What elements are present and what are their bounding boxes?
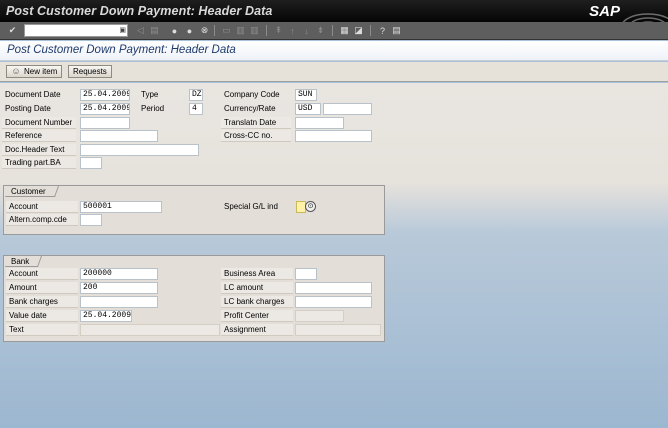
requests-label: Requests — [73, 67, 107, 76]
lc-amount-field[interactable] — [295, 282, 372, 294]
amount-label: Amount — [6, 282, 78, 294]
save-icon[interactable]: ▤ — [148, 24, 161, 37]
text-label: Text — [6, 324, 78, 336]
back-arrow-icon[interactable]: ◁ — [134, 24, 147, 37]
altern-comp-cde-field[interactable] — [80, 214, 102, 226]
screen-title-bar: Post Customer Down Payment: Header Data — [0, 41, 668, 61]
document-date-field[interactable]: 25.04.2009 — [80, 89, 130, 101]
lc-amount-label: LC amount — [221, 282, 293, 294]
period-field[interactable]: 4 — [189, 103, 203, 115]
trading-part-ba-label: Trading part.BA — [2, 157, 76, 169]
reference-label: Reference — [2, 130, 76, 142]
altern-comp-cde-label: Altern.comp.cde — [6, 214, 78, 226]
bank-group-title: Bank — [5, 256, 43, 267]
type-label: Type — [141, 90, 159, 99]
business-area-label: Business Area — [221, 268, 293, 280]
next-page-icon[interactable]: ↓ — [300, 24, 313, 37]
currency-field[interactable]: USD — [295, 103, 321, 115]
value-date-field[interactable]: 25.04.2009 — [80, 310, 132, 322]
posting-date-field[interactable]: 25.04.2009 — [80, 103, 130, 115]
period-label: Period — [141, 104, 165, 113]
new-item-label: New item — [24, 67, 58, 76]
special-gl-ind-label: Special G/L ind — [224, 202, 278, 211]
reference-field[interactable] — [80, 130, 158, 142]
system-toolbar: ✔ ▣ ◁ ▤ ● ● ⊗ ▭ ▥ ▥ ⇞ ↑ ↓ ⇟ ▦ ◪ ? ▤ — [0, 22, 668, 40]
value-date-label: Value date — [6, 310, 78, 322]
find-next-icon[interactable]: ▥ — [248, 24, 261, 37]
layout-menu-icon[interactable]: ▤ — [390, 24, 403, 37]
screen-title: Post Customer Down Payment: Header Data — [7, 44, 236, 56]
profit-center-label: Profit Center — [221, 310, 293, 322]
exit-icon[interactable]: ● — [183, 24, 196, 37]
customer-group-title-text: Customer — [11, 187, 46, 196]
enter-icon[interactable]: ✔ — [6, 24, 19, 37]
translatn-date-label: Translatn Date — [221, 117, 291, 129]
lc-bank-charges-label: LC bank charges — [221, 296, 293, 308]
business-area-field[interactable] — [295, 268, 317, 280]
exchange-rate-field[interactable] — [323, 103, 372, 115]
bank-account-field[interactable]: 200000 — [80, 268, 158, 280]
print-icon[interactable]: ▭ — [220, 24, 233, 37]
bank-charges-label: Bank charges — [6, 296, 78, 308]
assignment-field[interactable] — [295, 324, 381, 336]
create-shortcut-icon[interactable]: ◪ — [352, 24, 365, 37]
last-page-icon[interactable]: ⇟ — [314, 24, 327, 37]
doc-header-text-label: Doc.Header Text — [2, 144, 76, 156]
company-code-field[interactable]: SUN — [295, 89, 317, 101]
type-field[interactable]: DZ — [189, 89, 203, 101]
customer-group: Customer Account 500001 Special G/L ind … — [3, 185, 385, 235]
find-icon[interactable]: ▥ — [234, 24, 247, 37]
assignment-label: Assignment — [221, 324, 293, 336]
previous-page-icon[interactable]: ↑ — [286, 24, 299, 37]
bank-account-label: Account — [6, 268, 78, 280]
bank-group-title-text: Bank — [11, 257, 30, 266]
customer-account-label: Account — [6, 201, 78, 213]
document-number-field[interactable] — [80, 117, 130, 129]
cross-cc-no-label: Cross-CC no. — [221, 130, 291, 142]
window-titlebar: Post Customer Down Payment: Header Data … — [0, 0, 668, 39]
requests-button[interactable]: Requests — [68, 65, 112, 78]
help-icon[interactable]: ? — [376, 24, 389, 37]
document-date-label: Document Date — [5, 90, 61, 99]
amount-field[interactable]: 200 — [80, 282, 158, 294]
translatn-date-field[interactable] — [295, 117, 344, 129]
command-field[interactable]: ▣ — [24, 24, 128, 37]
new-item-button[interactable]: ☺ New item — [6, 65, 63, 78]
profit-center-field[interactable] — [295, 310, 344, 322]
trading-part-ba-field[interactable] — [80, 157, 102, 169]
lc-bank-charges-field[interactable] — [295, 296, 372, 308]
doc-header-text-field[interactable] — [80, 144, 199, 156]
create-session-icon[interactable]: ▦ — [338, 24, 351, 37]
window-title: Post Customer Down Payment: Header Data — [6, 4, 273, 18]
cross-cc-no-field[interactable] — [295, 130, 372, 142]
currency-rate-label: Currency/Rate — [224, 104, 276, 113]
customer-group-title: Customer — [5, 186, 59, 197]
bank-charges-field[interactable] — [80, 296, 158, 308]
back-icon[interactable]: ● — [168, 24, 181, 37]
person-icon: ☺ — [11, 66, 21, 76]
first-page-icon[interactable]: ⇞ — [272, 24, 285, 37]
text-field[interactable] — [80, 324, 220, 336]
search-help-icon[interactable]: ⊙ — [305, 201, 316, 212]
posting-date-label: Posting Date — [5, 104, 51, 113]
command-dropdown-icon[interactable]: ▣ — [119, 26, 126, 34]
bank-group: Bank Account 200000 Business Area Amount… — [3, 255, 385, 342]
application-toolbar: ☺ New item Requests — [0, 62, 668, 82]
cancel-icon[interactable]: ⊗ — [198, 24, 211, 37]
customer-account-field[interactable]: 500001 — [80, 201, 162, 213]
main-area: Document Date 25.04.2009 Type DZ Company… — [0, 83, 668, 428]
company-code-label: Company Code — [224, 90, 280, 99]
document-number-label: Document Number — [2, 117, 76, 129]
